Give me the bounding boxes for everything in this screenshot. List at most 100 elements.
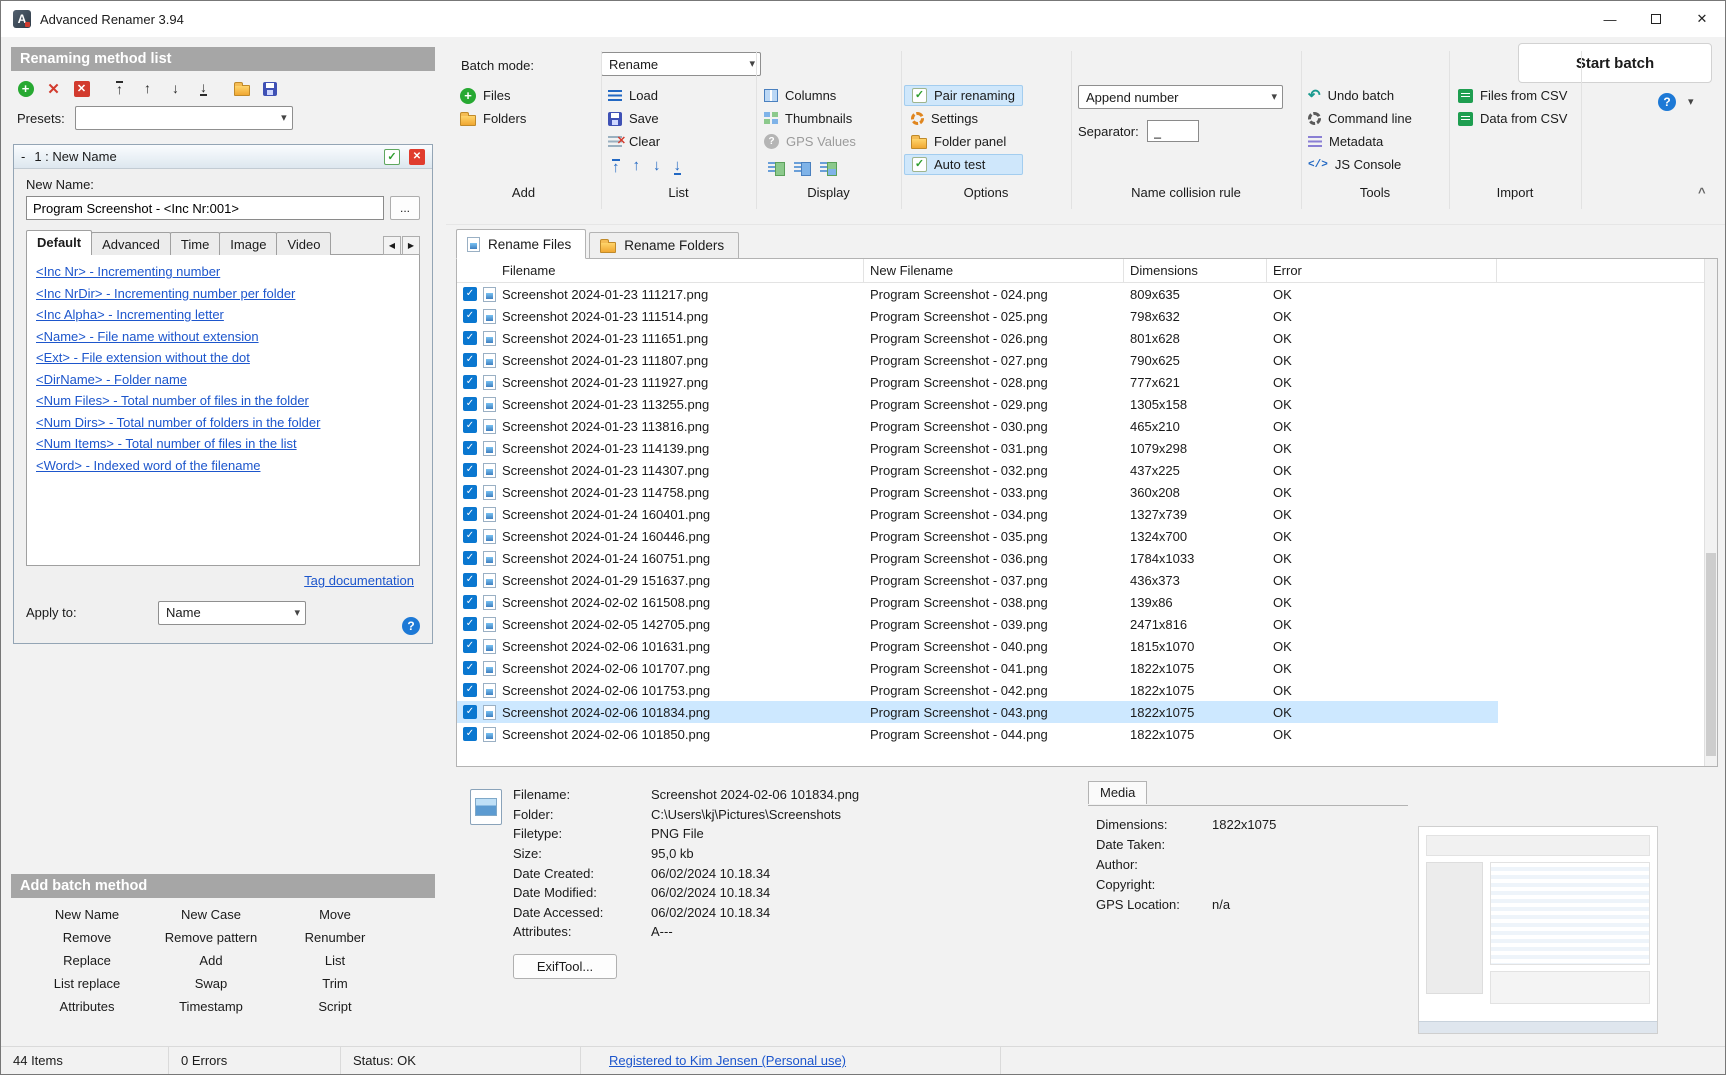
help-button[interactable]: ? [1658, 93, 1676, 111]
batch-method-trim[interactable]: Trim [273, 976, 397, 991]
vertical-scrollbar[interactable] [1704, 259, 1717, 766]
table-row[interactable]: ✓Screenshot 2024-01-23 111927.pngProgram… [457, 371, 1498, 393]
batch-method-list-replace[interactable]: List replace [25, 976, 149, 991]
scrollbar-thumb[interactable] [1706, 553, 1716, 756]
row-checkbox[interactable]: ✓ [463, 309, 477, 323]
batch-mode-select[interactable]: Rename [601, 52, 761, 76]
tag-documentation-link[interactable]: Tag documentation [304, 573, 414, 588]
row-checkbox[interactable]: ✓ [463, 287, 477, 301]
tag-link[interactable]: <Name> - File name without extension [36, 326, 259, 348]
small-thumbnails-icon[interactable] [794, 161, 811, 175]
row-checkbox[interactable]: ✓ [463, 639, 477, 653]
apply-to-select[interactable]: Name [158, 601, 306, 625]
batch-method-renumber[interactable]: Renumber [273, 930, 397, 945]
registration-link[interactable]: Registered to Kim Jensen (Personal use) [609, 1053, 846, 1068]
table-row[interactable]: ✓Screenshot 2024-01-23 113255.pngProgram… [457, 393, 1498, 415]
clear-list-button[interactable]: Clear [608, 131, 660, 152]
new-name-input[interactable] [26, 196, 384, 220]
tag-link[interactable]: <Num Dirs> - Total number of folders in … [36, 412, 320, 434]
gps-values-button[interactable]: ?GPS Values [764, 131, 856, 152]
pattern-browse-button[interactable]: ... [390, 196, 420, 220]
table-row[interactable]: ✓Screenshot 2024-01-23 111514.pngProgram… [457, 305, 1498, 327]
settings-button[interactable]: Settings [911, 108, 1023, 129]
table-row[interactable]: ✓Screenshot 2024-01-23 114139.pngProgram… [457, 437, 1498, 459]
batch-method-attributes[interactable]: Attributes [25, 999, 149, 1014]
list-move-up-button[interactable]: ↑ [633, 159, 641, 175]
tag-link[interactable]: <Ext> - File extension without the dot [36, 347, 250, 369]
tab-scroll-left-button[interactable]: ◀ [383, 236, 401, 255]
batch-method-script[interactable]: Script [273, 999, 397, 1014]
row-checkbox[interactable]: ✓ [463, 419, 477, 433]
add-folders-button[interactable]: Folders [460, 108, 526, 129]
batch-method-timestamp[interactable]: Timestamp [149, 999, 273, 1014]
table-row[interactable]: ✓Screenshot 2024-02-06 101753.pngProgram… [457, 679, 1498, 701]
method-help-button[interactable]: ? [402, 617, 420, 635]
row-checkbox[interactable]: ✓ [463, 507, 477, 521]
start-batch-button[interactable]: Start batch [1518, 43, 1712, 83]
presets-select[interactable] [75, 106, 293, 130]
metadata-button[interactable]: Metadata [1308, 131, 1412, 152]
media-tab[interactable]: Media [1088, 781, 1147, 804]
collapse-method-button[interactable]: - [21, 149, 25, 164]
row-checkbox[interactable]: ✓ [463, 529, 477, 543]
move-method-top-button[interactable]: ↑ [109, 78, 130, 99]
batch-method-new-case[interactable]: New Case [149, 907, 273, 922]
add-files-button[interactable]: +Files [460, 85, 526, 106]
method-tab-time[interactable]: Time [170, 232, 220, 255]
row-checkbox[interactable]: ✓ [463, 331, 477, 345]
load-list-button[interactable]: Load [608, 85, 660, 106]
move-method-down-button[interactable]: ↓ [165, 78, 186, 99]
column-header-new-filename[interactable]: New Filename [864, 259, 1124, 282]
method-tab-default[interactable]: Default [26, 230, 92, 255]
data-from-csv-button[interactable]: Data from CSV [1458, 108, 1567, 129]
row-checkbox[interactable]: ✓ [463, 375, 477, 389]
method-delete-icon[interactable]: ✕ [409, 149, 425, 165]
method-enabled-icon[interactable]: ✓ [384, 149, 400, 165]
add-method-button[interactable]: + [15, 78, 36, 99]
tag-link[interactable]: <Inc NrDir> - Incrementing number per fo… [36, 283, 295, 305]
help-dropdown-icon[interactable]: ▾ [1688, 95, 1694, 108]
tag-link[interactable]: <DirName> - Folder name [36, 369, 187, 391]
batch-method-remove[interactable]: Remove [25, 930, 149, 945]
list-view-icon[interactable] [768, 161, 785, 175]
folder-panel-toggle[interactable]: Folder panel [911, 131, 1023, 152]
row-checkbox[interactable]: ✓ [463, 441, 477, 455]
save-list-button[interactable]: Save [608, 108, 660, 129]
table-row[interactable]: ✓Screenshot 2024-01-23 114307.pngProgram… [457, 459, 1498, 481]
tag-link[interactable]: <Word> - Indexed word of the filename [36, 455, 261, 477]
command-line-button[interactable]: Command line [1308, 108, 1412, 129]
close-button[interactable]: ✕ [1679, 1, 1725, 37]
table-row[interactable]: ✓Screenshot 2024-01-23 111651.pngProgram… [457, 327, 1498, 349]
row-checkbox[interactable]: ✓ [463, 595, 477, 609]
remove-all-methods-button[interactable]: ✕ [71, 78, 92, 99]
tab-rename-files[interactable]: Rename Files [456, 229, 586, 259]
batch-method-remove-pattern[interactable]: Remove pattern [149, 930, 273, 945]
list-move-down-button[interactable]: ↓ [653, 159, 661, 175]
table-row[interactable]: ✓Screenshot 2024-02-05 142705.pngProgram… [457, 613, 1498, 635]
table-row[interactable]: ✓Screenshot 2024-02-06 101631.pngProgram… [457, 635, 1498, 657]
table-row[interactable]: ✓Screenshot 2024-01-24 160401.pngProgram… [457, 503, 1498, 525]
undo-batch-button[interactable]: ↶Undo batch [1308, 85, 1412, 106]
tag-link[interactable]: <Num Files> - Total number of files in t… [36, 390, 309, 412]
auto-test-toggle[interactable]: ✓Auto test [904, 154, 1023, 175]
list-move-top-button[interactable]: ↑ [612, 159, 620, 175]
row-checkbox[interactable]: ✓ [463, 683, 477, 697]
table-row[interactable]: ✓Screenshot 2024-01-23 111217.pngProgram… [457, 283, 1498, 305]
move-method-up-button[interactable]: ↑ [137, 78, 158, 99]
row-checkbox[interactable]: ✓ [463, 463, 477, 477]
js-console-button[interactable]: </>JS Console [1308, 154, 1412, 175]
batch-method-new-name[interactable]: New Name [25, 907, 149, 922]
method-title-bar[interactable]: - 1 : New Name ✓ ✕ [14, 145, 432, 169]
table-row[interactable]: ✓Screenshot 2024-01-23 111807.pngProgram… [457, 349, 1498, 371]
table-row[interactable]: ✓Screenshot 2024-02-06 101850.pngProgram… [457, 723, 1498, 745]
tab-rename-folders[interactable]: Rename Folders [589, 232, 739, 259]
tag-link[interactable]: <Inc Nr> - Incrementing number [36, 261, 220, 283]
collision-rule-select[interactable]: Append number [1078, 85, 1283, 109]
batch-method-list[interactable]: List [273, 953, 397, 968]
batch-method-swap[interactable]: Swap [149, 976, 273, 991]
row-checkbox[interactable]: ✓ [463, 485, 477, 499]
files-from-csv-button[interactable]: Files from CSV [1458, 85, 1567, 106]
table-row[interactable]: ✓Screenshot 2024-02-02 161508.pngProgram… [457, 591, 1498, 613]
row-checkbox[interactable]: ✓ [463, 617, 477, 631]
table-row[interactable]: ✓Screenshot 2024-02-06 101834.pngProgram… [457, 701, 1498, 723]
